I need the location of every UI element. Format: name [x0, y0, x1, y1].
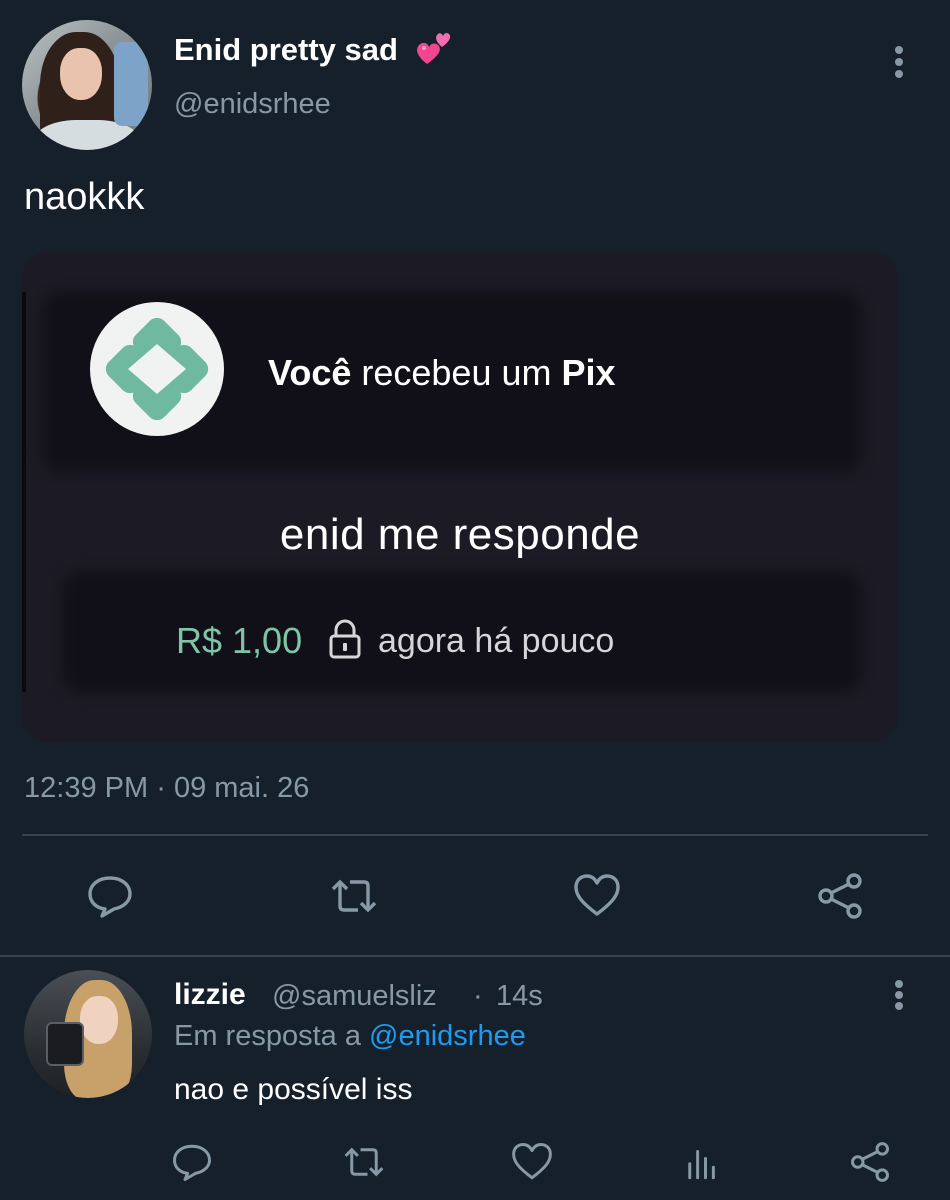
pix-message: enid me responde [279, 510, 641, 559]
share-button[interactable] [810, 866, 870, 926]
reply-author-avatar[interactable] [24, 970, 152, 1098]
reply-button[interactable] [162, 1132, 222, 1192]
author-handle[interactable]: @enidsrhee [174, 88, 331, 121]
retweet-icon [344, 1147, 384, 1177]
pix-amount: R$ 1,00 [176, 620, 303, 661]
reply-text: nao e possível iss [174, 1073, 413, 1106]
lock-icon [329, 619, 361, 659]
two-hearts-emoji-icon [417, 32, 451, 64]
reply-meta-separator: · [473, 980, 483, 1012]
like-icon [574, 874, 620, 916]
like-button[interactable] [502, 1132, 562, 1192]
reply-context: Em resposta a @enidsrhee [174, 1020, 526, 1052]
retweet-icon [331, 879, 377, 913]
reply-author-handle[interactable]: @samuelsliz [272, 980, 437, 1013]
more-options-icon[interactable] [892, 980, 906, 1010]
reply-author-display-name[interactable]: lizzie [174, 978, 246, 1012]
divider [22, 834, 928, 836]
analytics-button[interactable] [672, 1132, 732, 1192]
more-options-icon[interactable] [892, 46, 906, 78]
tweet-timestamp[interactable]: 12:39 PM · 09 mai. 26 [24, 772, 309, 805]
share-button[interactable] [840, 1132, 900, 1192]
mention-link[interactable]: @enidsrhee [369, 1020, 526, 1052]
pix-notification-title: Você recebeu um Pix [268, 352, 616, 393]
retweet-button[interactable] [334, 1132, 394, 1192]
reply-button[interactable] [80, 866, 140, 926]
author-avatar[interactable] [22, 20, 152, 150]
reply-icon [88, 876, 132, 918]
tweet-text: naokkk [24, 176, 145, 218]
tweet-detail-page: Enid pretty sad @enidsrhee naokkk Você r… [0, 0, 950, 1200]
like-button[interactable] [567, 866, 627, 926]
share-icon [851, 1142, 889, 1182]
tweet-media-image[interactable]: Você recebeu um Pix enid me responde R$ … [22, 252, 898, 742]
like-icon [512, 1143, 552, 1180]
pix-logo-icon [90, 302, 224, 436]
author-display-name[interactable]: Enid pretty sad [174, 32, 398, 68]
analytics-icon [688, 1150, 715, 1180]
share-icon [818, 873, 862, 919]
reply-icon [173, 1144, 211, 1181]
divider [0, 955, 950, 957]
retweet-button[interactable] [324, 866, 384, 926]
pix-time: agora há pouco [378, 622, 615, 660]
reply-timestamp[interactable]: 14s [496, 980, 543, 1013]
